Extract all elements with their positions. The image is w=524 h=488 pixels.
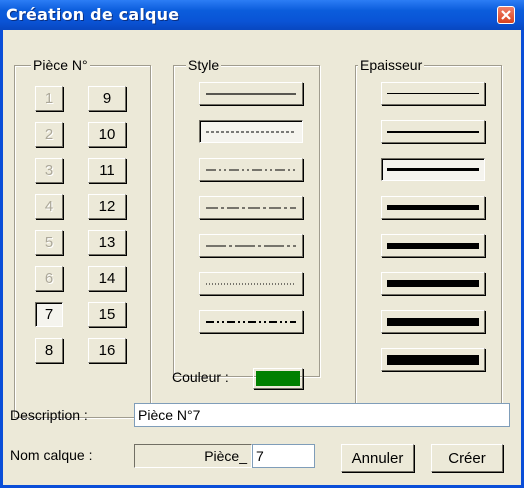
piece-button-3[interactable]: 3 (35, 158, 63, 183)
line-style-preview (206, 320, 296, 323)
style-option-dash-dot-dot-long[interactable] (199, 158, 303, 181)
thickness-option-7[interactable] (381, 310, 485, 333)
description-label: Description : (10, 407, 88, 423)
couleur-label: Couleur : (172, 369, 229, 385)
piece-button-13[interactable]: 13 (88, 230, 126, 255)
piece-button-5[interactable]: 5 (35, 230, 63, 255)
piece-button-6[interactable]: 6 (35, 266, 63, 291)
piece-button-12[interactable]: 12 (88, 194, 126, 219)
piece-button-14[interactable]: 14 (88, 266, 126, 291)
piece-button-10[interactable]: 10 (88, 122, 126, 147)
nom-calque-prefix: Pièce_ (134, 444, 252, 468)
line-style-preview (206, 92, 296, 95)
piece-button-9[interactable]: 9 (88, 86, 126, 111)
cancel-button[interactable]: Annuler (341, 444, 414, 472)
piece-button-7[interactable]: 7 (35, 302, 63, 327)
window-title: Création de calque (6, 5, 180, 24)
thickness-preview (387, 93, 479, 94)
dialog-window: Création de calque Pièce N° Style Epaiss… (0, 0, 524, 488)
piece-button-16[interactable]: 16 (88, 338, 126, 363)
style-option-dash-dot-dot-bold[interactable] (199, 310, 303, 333)
nom-calque-input[interactable]: 7 (252, 444, 315, 468)
color-picker-button[interactable] (253, 368, 303, 389)
piece-legend: Pièce N° (31, 57, 90, 73)
thickness-preview (387, 205, 479, 210)
thickness-option-2[interactable] (381, 120, 485, 143)
thickness-option-1[interactable] (381, 82, 485, 105)
piece-button-11[interactable]: 11 (88, 158, 126, 183)
piece-button-4[interactable]: 4 (35, 194, 63, 219)
piece-button-1[interactable]: 1 (35, 86, 63, 111)
close-button[interactable] (497, 6, 515, 24)
create-button[interactable]: Créer (431, 444, 503, 472)
nom-calque-label: Nom calque : (10, 447, 93, 463)
thickness-option-8[interactable] (381, 348, 485, 371)
color-swatch-fill (256, 371, 300, 386)
thickness-option-4[interactable] (381, 196, 485, 219)
thickness-preview (387, 280, 479, 287)
thickness-option-5[interactable] (381, 234, 485, 257)
style-option-solid[interactable] (199, 82, 303, 105)
piece-button-2[interactable]: 2 (35, 122, 63, 147)
dialog-body: Pièce N° Style Epaisseur Couleur : Descr… (3, 30, 521, 485)
piece-button-8[interactable]: 8 (35, 338, 63, 363)
line-style-preview (206, 283, 296, 284)
style-option-dash-dot[interactable] (199, 196, 303, 219)
close-icon (501, 10, 511, 20)
line-style-preview (206, 245, 296, 246)
description-input[interactable]: Pièce N°7 (134, 403, 510, 427)
thickness-preview (387, 130, 479, 133)
thickness-preview (387, 168, 479, 171)
piece-button-15[interactable]: 15 (88, 302, 126, 327)
style-option-dotted[interactable] (199, 272, 303, 295)
line-style-preview (206, 131, 296, 132)
style-legend: Style (186, 57, 222, 73)
thickness-option-3[interactable] (381, 158, 485, 181)
style-option-long-dash-dot[interactable] (199, 234, 303, 257)
thickness-preview (387, 354, 479, 365)
thickness-preview (387, 317, 479, 326)
title-bar[interactable]: Création de calque (0, 0, 524, 30)
thickness-option-6[interactable] (381, 272, 485, 295)
line-style-preview (206, 169, 296, 170)
line-style-preview (206, 207, 296, 208)
epaisseur-legend: Epaisseur (358, 57, 425, 73)
thickness-preview (387, 242, 479, 249)
style-option-dashed[interactable] (199, 120, 303, 143)
